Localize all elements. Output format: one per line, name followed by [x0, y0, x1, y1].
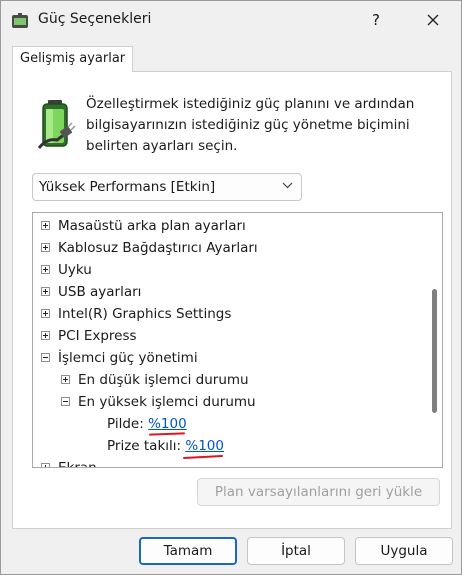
expand-icon[interactable] [41, 287, 50, 296]
expand-icon[interactable] [41, 309, 50, 318]
tree-item-label: En düşük işlemci durumu [78, 372, 249, 388]
tree-item-label: Uyku [58, 262, 92, 278]
ok-button[interactable]: Tamam [139, 537, 237, 565]
tree-item-setting: Prize takılı: %100 [107, 435, 224, 457]
tree-item-label: PCI Express [58, 328, 137, 344]
title-bar: Güç Seçenekleri ? [1, 1, 461, 39]
collapse-icon[interactable] [61, 397, 70, 406]
setting-label-plugged-in: Prize takılı: [107, 438, 182, 454]
tree-item-label: Intel(R) Graphics Settings [58, 306, 232, 322]
expand-icon[interactable] [41, 331, 50, 340]
help-button[interactable]: ? [356, 1, 396, 39]
expand-icon[interactable] [61, 375, 70, 384]
tree-scrollbar[interactable] [428, 213, 442, 467]
tab-advanced-settings[interactable]: Gelişmiş ayarlar [12, 46, 134, 72]
setting-value-on-battery[interactable]: %100 [148, 416, 187, 432]
tree-item-label: Masaüstü arka plan ayarları [58, 218, 246, 234]
setting-label-on-battery: Pilde: [107, 416, 144, 432]
expand-icon[interactable] [41, 221, 50, 230]
advanced-settings-panel: Özelleştirmek istediğiniz güç planını ve… [12, 71, 452, 529]
settings-tree: Masaüstü arka plan ayarları Kablosuz Bağ… [32, 212, 443, 468]
expand-icon[interactable] [41, 463, 50, 467]
tree-item-label: En yüksek işlemci durumu [78, 394, 256, 410]
restore-defaults-button[interactable]: Plan varsayılanlarını geri yükle [197, 478, 440, 506]
battery-plug-icon [37, 100, 76, 149]
setting-value-plugged-in[interactable]: %100 [185, 438, 224, 454]
close-button[interactable] [411, 1, 455, 39]
tree-item-label: İşlemci güç yönetimi [58, 350, 198, 366]
expand-icon[interactable] [41, 265, 50, 274]
tree-item-label: Ekran [58, 460, 97, 468]
chevron-down-icon [282, 182, 293, 189]
tree-item-label: USB ayarları [58, 284, 142, 300]
collapse-icon[interactable] [41, 353, 50, 362]
close-icon [427, 14, 439, 26]
power-options-dialog: Güç Seçenekleri ? Gelişmiş ayarlar Özell… [0, 0, 462, 575]
apply-button[interactable]: Uygula [355, 537, 453, 565]
description-text: Özelleştirmek istediğiniz güç planını ve… [86, 96, 415, 154]
power-plan-select[interactable]: Yüksek Performans [Etkin] [32, 173, 302, 201]
power-plan-value: Yüksek Performans [Etkin] [39, 179, 216, 195]
tree-item-label: Kablosuz Bağdaştırıcı Ayarları [58, 240, 258, 256]
window-title: Güç Seçenekleri [38, 11, 152, 27]
tree-item-setting: Pilde: %100 [107, 413, 187, 435]
expand-icon[interactable] [41, 243, 50, 252]
scrollbar-thumb[interactable] [432, 289, 437, 413]
power-options-icon [12, 13, 28, 28]
cancel-button[interactable]: İptal [247, 537, 345, 565]
